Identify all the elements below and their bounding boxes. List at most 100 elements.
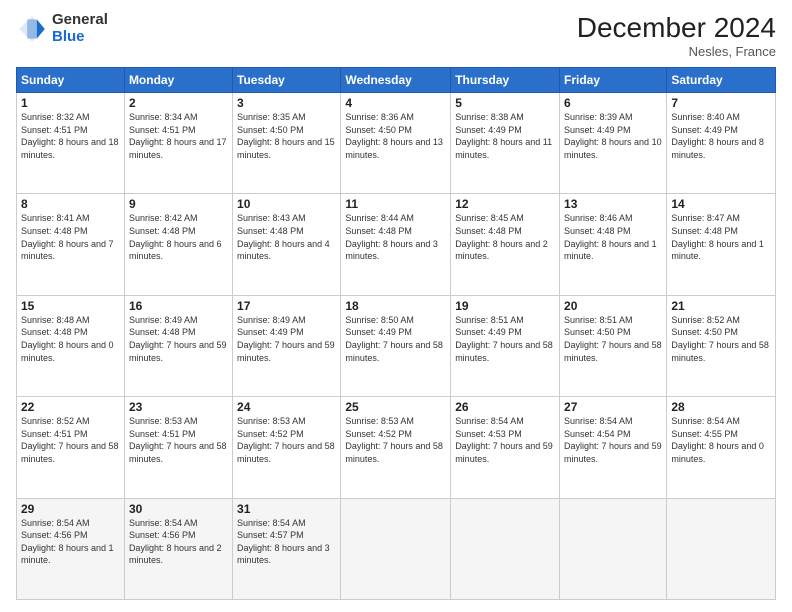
calendar: SundayMondayTuesdayWednesdayThursdayFrid… (16, 67, 776, 600)
day-number: 22 (21, 400, 120, 414)
col-header-friday: Friday (560, 68, 667, 93)
day-cell: 24 Sunrise: 8:53 AMSunset: 4:52 PMDaylig… (233, 397, 341, 498)
day-info: Sunrise: 8:41 AMSunset: 4:48 PMDaylight:… (21, 212, 120, 262)
logo-text: General Blue (52, 12, 108, 45)
day-info: Sunrise: 8:50 AMSunset: 4:49 PMDaylight:… (345, 314, 446, 364)
day-number: 3 (237, 96, 336, 110)
day-info: Sunrise: 8:54 AMSunset: 4:56 PMDaylight:… (129, 517, 228, 567)
day-number: 18 (345, 299, 446, 313)
day-cell: 15 Sunrise: 8:48 AMSunset: 4:48 PMDaylig… (17, 295, 125, 396)
day-info: Sunrise: 8:45 AMSunset: 4:48 PMDaylight:… (455, 212, 555, 262)
col-header-sunday: Sunday (17, 68, 125, 93)
day-cell: 19 Sunrise: 8:51 AMSunset: 4:49 PMDaylig… (451, 295, 560, 396)
day-number: 2 (129, 96, 228, 110)
week-row-3: 15 Sunrise: 8:48 AMSunset: 4:48 PMDaylig… (17, 295, 776, 396)
page: General Blue December 2024 Nesles, Franc… (0, 0, 792, 612)
col-header-thursday: Thursday (451, 68, 560, 93)
day-info: Sunrise: 8:48 AMSunset: 4:48 PMDaylight:… (21, 314, 120, 364)
day-number: 11 (345, 197, 446, 211)
day-info: Sunrise: 8:53 AMSunset: 4:52 PMDaylight:… (345, 415, 446, 465)
location: Nesles, France (577, 44, 776, 59)
day-cell: 6 Sunrise: 8:39 AMSunset: 4:49 PMDayligh… (560, 93, 667, 194)
day-cell: 27 Sunrise: 8:54 AMSunset: 4:54 PMDaylig… (560, 397, 667, 498)
day-number: 6 (564, 96, 662, 110)
day-cell: 9 Sunrise: 8:42 AMSunset: 4:48 PMDayligh… (124, 194, 232, 295)
day-info: Sunrise: 8:35 AMSunset: 4:50 PMDaylight:… (237, 111, 336, 161)
day-number: 25 (345, 400, 446, 414)
day-cell: 16 Sunrise: 8:49 AMSunset: 4:48 PMDaylig… (124, 295, 232, 396)
day-info: Sunrise: 8:54 AMSunset: 4:54 PMDaylight:… (564, 415, 662, 465)
day-number: 30 (129, 502, 228, 516)
day-cell: 11 Sunrise: 8:44 AMSunset: 4:48 PMDaylig… (341, 194, 451, 295)
day-cell: 1 Sunrise: 8:32 AMSunset: 4:51 PMDayligh… (17, 93, 125, 194)
day-cell: 5 Sunrise: 8:38 AMSunset: 4:49 PMDayligh… (451, 93, 560, 194)
col-header-monday: Monday (124, 68, 232, 93)
day-cell: 8 Sunrise: 8:41 AMSunset: 4:48 PMDayligh… (17, 194, 125, 295)
day-number: 27 (564, 400, 662, 414)
day-cell: 2 Sunrise: 8:34 AMSunset: 4:51 PMDayligh… (124, 93, 232, 194)
day-cell: 22 Sunrise: 8:52 AMSunset: 4:51 PMDaylig… (17, 397, 125, 498)
calendar-header-row: SundayMondayTuesdayWednesdayThursdayFrid… (17, 68, 776, 93)
day-number: 9 (129, 197, 228, 211)
day-cell (341, 498, 451, 599)
day-cell (667, 498, 776, 599)
day-info: Sunrise: 8:43 AMSunset: 4:48 PMDaylight:… (237, 212, 336, 262)
day-cell: 26 Sunrise: 8:54 AMSunset: 4:53 PMDaylig… (451, 397, 560, 498)
day-info: Sunrise: 8:52 AMSunset: 4:51 PMDaylight:… (21, 415, 120, 465)
day-cell: 29 Sunrise: 8:54 AMSunset: 4:56 PMDaylig… (17, 498, 125, 599)
day-number: 17 (237, 299, 336, 313)
logo-general-text: General (52, 12, 108, 29)
day-cell: 21 Sunrise: 8:52 AMSunset: 4:50 PMDaylig… (667, 295, 776, 396)
day-number: 14 (671, 197, 771, 211)
day-info: Sunrise: 8:36 AMSunset: 4:50 PMDaylight:… (345, 111, 446, 161)
day-cell: 25 Sunrise: 8:53 AMSunset: 4:52 PMDaylig… (341, 397, 451, 498)
day-info: Sunrise: 8:49 AMSunset: 4:48 PMDaylight:… (129, 314, 228, 364)
day-info: Sunrise: 8:39 AMSunset: 4:49 PMDaylight:… (564, 111, 662, 161)
week-row-1: 1 Sunrise: 8:32 AMSunset: 4:51 PMDayligh… (17, 93, 776, 194)
day-info: Sunrise: 8:54 AMSunset: 4:56 PMDaylight:… (21, 517, 120, 567)
day-cell (560, 498, 667, 599)
day-number: 20 (564, 299, 662, 313)
day-cell: 17 Sunrise: 8:49 AMSunset: 4:49 PMDaylig… (233, 295, 341, 396)
day-number: 12 (455, 197, 555, 211)
week-row-2: 8 Sunrise: 8:41 AMSunset: 4:48 PMDayligh… (17, 194, 776, 295)
day-info: Sunrise: 8:46 AMSunset: 4:48 PMDaylight:… (564, 212, 662, 262)
day-number: 7 (671, 96, 771, 110)
day-info: Sunrise: 8:38 AMSunset: 4:49 PMDaylight:… (455, 111, 555, 161)
day-cell: 12 Sunrise: 8:45 AMSunset: 4:48 PMDaylig… (451, 194, 560, 295)
day-cell: 20 Sunrise: 8:51 AMSunset: 4:50 PMDaylig… (560, 295, 667, 396)
day-info: Sunrise: 8:49 AMSunset: 4:49 PMDaylight:… (237, 314, 336, 364)
day-info: Sunrise: 8:54 AMSunset: 4:57 PMDaylight:… (237, 517, 336, 567)
day-number: 16 (129, 299, 228, 313)
col-header-wednesday: Wednesday (341, 68, 451, 93)
day-number: 26 (455, 400, 555, 414)
day-number: 1 (21, 96, 120, 110)
day-info: Sunrise: 8:54 AMSunset: 4:53 PMDaylight:… (455, 415, 555, 465)
day-cell: 13 Sunrise: 8:46 AMSunset: 4:48 PMDaylig… (560, 194, 667, 295)
day-cell: 10 Sunrise: 8:43 AMSunset: 4:48 PMDaylig… (233, 194, 341, 295)
day-info: Sunrise: 8:51 AMSunset: 4:49 PMDaylight:… (455, 314, 555, 364)
day-cell: 3 Sunrise: 8:35 AMSunset: 4:50 PMDayligh… (233, 93, 341, 194)
day-info: Sunrise: 8:32 AMSunset: 4:51 PMDaylight:… (21, 111, 120, 161)
logo-icon (16, 13, 48, 45)
week-row-5: 29 Sunrise: 8:54 AMSunset: 4:56 PMDaylig… (17, 498, 776, 599)
header-right: December 2024 Nesles, France (577, 12, 776, 59)
logo: General Blue (16, 12, 108, 45)
day-info: Sunrise: 8:47 AMSunset: 4:48 PMDaylight:… (671, 212, 771, 262)
day-number: 23 (129, 400, 228, 414)
day-cell: 18 Sunrise: 8:50 AMSunset: 4:49 PMDaylig… (341, 295, 451, 396)
day-number: 21 (671, 299, 771, 313)
day-cell: 4 Sunrise: 8:36 AMSunset: 4:50 PMDayligh… (341, 93, 451, 194)
day-number: 5 (455, 96, 555, 110)
day-cell: 30 Sunrise: 8:54 AMSunset: 4:56 PMDaylig… (124, 498, 232, 599)
month-title: December 2024 (577, 12, 776, 44)
logo-blue-text: Blue (52, 29, 108, 46)
day-number: 28 (671, 400, 771, 414)
day-cell: 14 Sunrise: 8:47 AMSunset: 4:48 PMDaylig… (667, 194, 776, 295)
calendar-table: SundayMondayTuesdayWednesdayThursdayFrid… (16, 67, 776, 600)
week-row-4: 22 Sunrise: 8:52 AMSunset: 4:51 PMDaylig… (17, 397, 776, 498)
day-info: Sunrise: 8:53 AMSunset: 4:52 PMDaylight:… (237, 415, 336, 465)
col-header-tuesday: Tuesday (233, 68, 341, 93)
day-number: 13 (564, 197, 662, 211)
day-number: 24 (237, 400, 336, 414)
